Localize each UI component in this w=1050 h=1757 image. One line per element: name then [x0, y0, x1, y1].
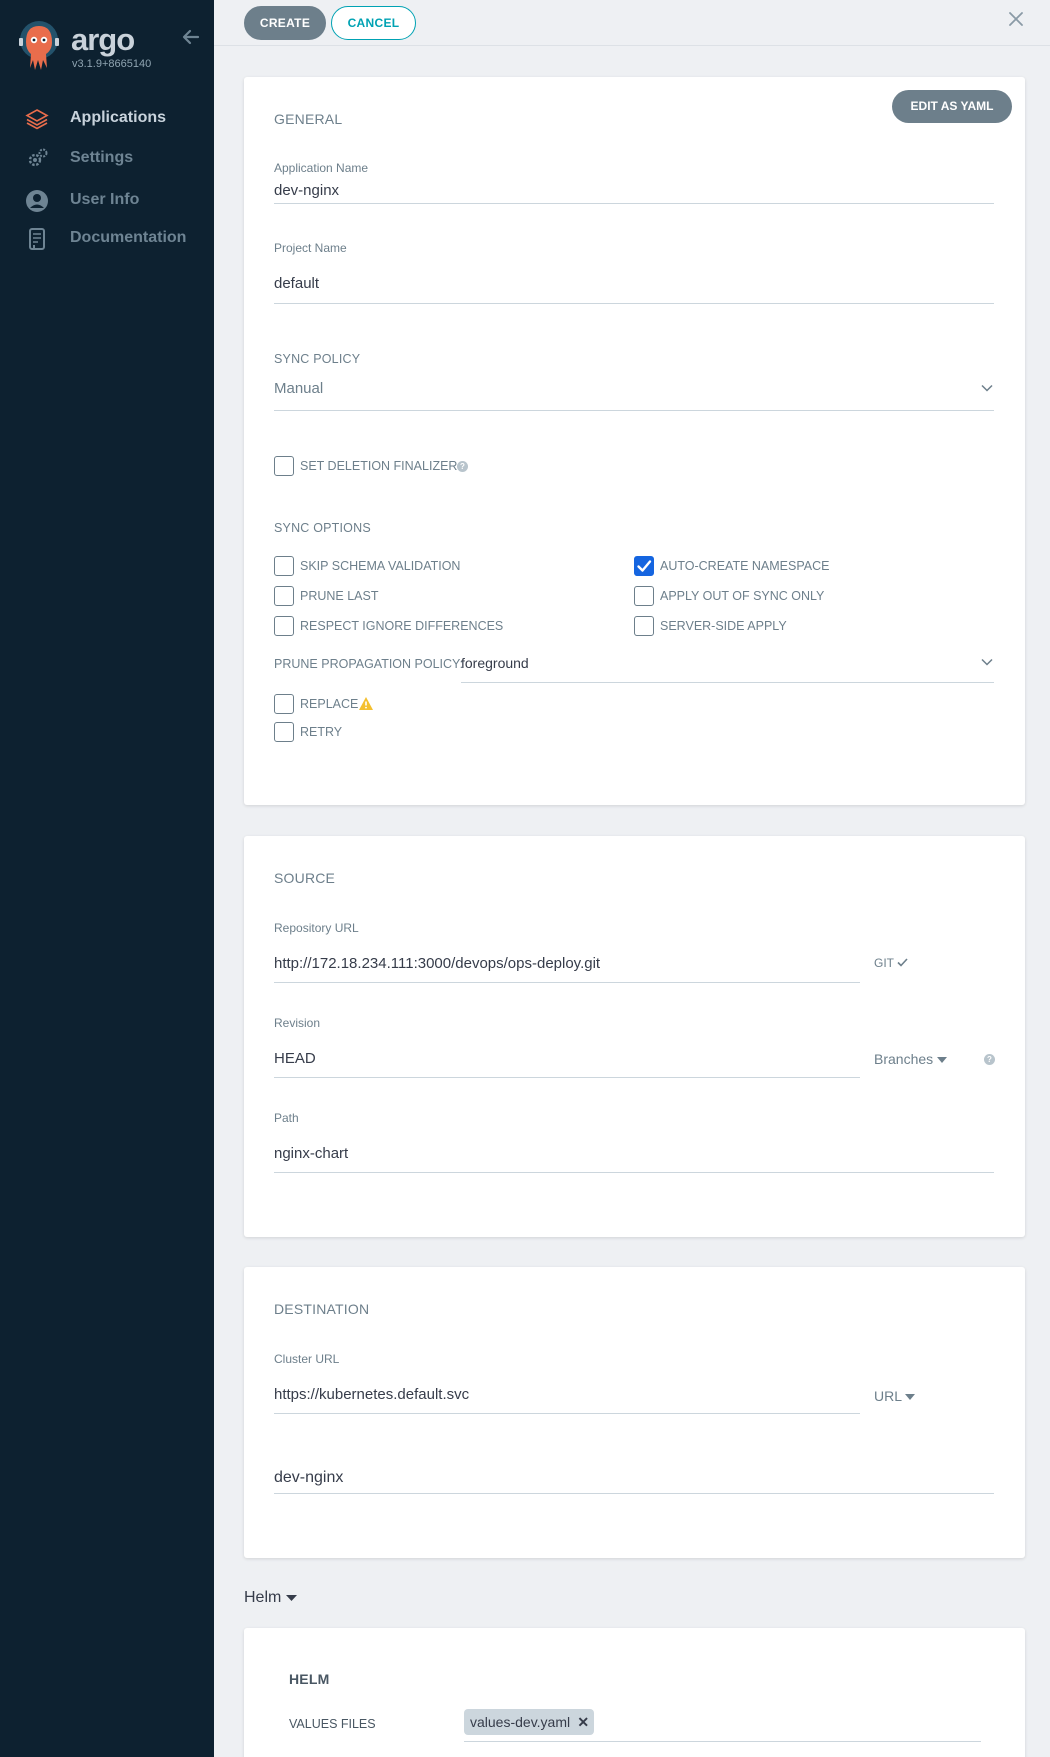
- gears-icon: [25, 147, 49, 171]
- checkbox-box: [634, 616, 654, 636]
- skip-schema-validation-checkbox[interactable]: SKIP SCHEMA VALIDATION: [274, 556, 574, 576]
- set-deletion-finalizer-checkbox[interactable]: SET DELETION FINALIZER ?: [274, 456, 494, 476]
- sidebar-item-applications[interactable]: Applications: [0, 100, 214, 136]
- source-type-dropdown[interactable]: Helm: [244, 1589, 297, 1607]
- top-toolbar: CREATE CANCEL: [214, 0, 1050, 46]
- replace-checkbox[interactable]: REPLACE: [274, 694, 394, 714]
- sidebar-item-documentation[interactable]: Documentation: [0, 220, 214, 256]
- sync-policy-label: SYNC POLICY: [274, 352, 361, 366]
- namespace-input[interactable]: [274, 1462, 994, 1494]
- project-name-input[interactable]: [274, 263, 994, 304]
- sync-option-label: SERVER-SIDE APPLY: [660, 619, 787, 633]
- brand-name: argo: [71, 22, 135, 57]
- apply-out-of-sync-only-checkbox[interactable]: APPLY OUT OF SYNC ONLY: [634, 586, 934, 606]
- sidebar-item-label: Settings: [70, 149, 134, 166]
- source-type-label: Helm: [244, 1589, 282, 1606]
- destination-panel: DESTINATION Cluster URL URL: [244, 1267, 1025, 1558]
- chevron-down-icon: [980, 381, 994, 395]
- helm-section-title: HELM: [289, 1671, 330, 1687]
- help-icon[interactable]: ?: [457, 461, 468, 472]
- retry-checkbox[interactable]: RETRY: [274, 722, 394, 742]
- sync-option-label: APPLY OUT OF SYNC ONLY: [660, 589, 825, 603]
- checkbox-checked: [634, 556, 654, 576]
- replace-label: REPLACE: [300, 697, 359, 711]
- source-panel: SOURCE Repository URL GIT Revision Branc…: [244, 836, 1025, 1237]
- warning-icon: [358, 696, 374, 712]
- repository-url-input[interactable]: [274, 944, 860, 983]
- checkbox-box: [274, 694, 294, 714]
- values-files-label: VALUES FILES: [289, 1717, 376, 1731]
- sync-policy-select[interactable]: Manual: [274, 377, 994, 411]
- sync-option-label: RESPECT IGNORE DIFFERENCES: [300, 619, 504, 633]
- argo-logo[interactable]: [18, 20, 62, 74]
- revision-mode-dropdown[interactable]: Branches: [874, 1051, 948, 1067]
- path-input[interactable]: [274, 1134, 994, 1173]
- prune-propagation-policy-value: foreground: [461, 655, 529, 671]
- cluster-url-label: Cluster URL: [274, 1352, 340, 1366]
- prune-propagation-policy-label: PRUNE PROPAGATION POLICY:: [274, 657, 464, 671]
- respect-ignore-differences-checkbox[interactable]: RESPECT IGNORE DIFFERENCES: [274, 616, 574, 636]
- sync-options-title: SYNC OPTIONS: [274, 521, 371, 535]
- layers-icon: [25, 107, 49, 131]
- general-section-title: GENERAL: [274, 111, 343, 127]
- prune-propagation-policy-select[interactable]: foreground: [461, 653, 994, 683]
- check-icon: [897, 958, 908, 967]
- cluster-mode-label: URL: [874, 1388, 902, 1404]
- chevron-down-icon: [980, 655, 994, 669]
- repo-type-label: GIT: [874, 956, 894, 970]
- general-panel: GENERAL EDIT AS YAML Application Name Pr…: [244, 77, 1025, 805]
- retry-label: RETRY: [300, 725, 343, 739]
- remove-chip-icon[interactable]: ✕: [577, 1709, 589, 1735]
- caret-down-icon: [905, 1394, 916, 1400]
- checkbox-box: [634, 586, 654, 606]
- help-icon[interactable]: ?: [984, 1054, 995, 1065]
- sync-option-label: PRUNE LAST: [300, 589, 379, 603]
- server-side-apply-checkbox[interactable]: SERVER-SIDE APPLY: [634, 616, 934, 636]
- caret-down-icon: [285, 1595, 297, 1601]
- sidebar-item-label: User Info: [70, 191, 140, 208]
- create-button[interactable]: CREATE: [244, 6, 326, 40]
- values-file-name: values-dev.yaml: [470, 1714, 571, 1730]
- app-name-input[interactable]: [274, 178, 994, 204]
- app-name-label: Application Name: [274, 161, 369, 175]
- helm-panel: HELM VALUES FILES values-dev.yaml ✕: [244, 1628, 1025, 1757]
- edit-as-yaml-button[interactable]: EDIT AS YAML: [892, 90, 1012, 123]
- sidebar: argo v3.1.9+8665140 Applications Setting…: [0, 0, 214, 1757]
- checkbox-box: [274, 456, 294, 476]
- caret-down-icon: [937, 1057, 948, 1063]
- path-label: Path: [274, 1111, 299, 1125]
- sidebar-item-user-info[interactable]: User Info: [0, 182, 214, 218]
- revision-input[interactable]: [274, 1039, 860, 1078]
- collapse-sidebar-icon[interactable]: [180, 26, 202, 48]
- checkbox-box: [274, 556, 294, 576]
- values-file-chip: values-dev.yaml ✕: [464, 1709, 595, 1735]
- revision-label: Revision: [274, 1016, 321, 1030]
- sidebar-item-label: Applications: [70, 109, 167, 126]
- book-icon: [25, 227, 49, 251]
- cluster-mode-dropdown[interactable]: URL: [874, 1388, 916, 1404]
- project-name-label: Project Name: [274, 241, 347, 255]
- cancel-button[interactable]: CANCEL: [331, 6, 416, 40]
- destination-section-title: DESTINATION: [274, 1301, 370, 1317]
- repo-type-tag[interactable]: GIT: [874, 956, 908, 970]
- checkbox-box: [274, 616, 294, 636]
- revision-mode-label: Branches: [874, 1051, 934, 1067]
- values-files-underline: [464, 1741, 981, 1742]
- prune-last-checkbox[interactable]: PRUNE LAST: [274, 586, 574, 606]
- sync-option-label: AUTO-CREATE NAMESPACE: [660, 559, 830, 573]
- checkbox-box: [274, 722, 294, 742]
- repository-url-label: Repository URL: [274, 921, 359, 935]
- set-deletion-finalizer-label: SET DELETION FINALIZER: [300, 459, 458, 473]
- auto-create-namespace-checkbox[interactable]: AUTO-CREATE NAMESPACE: [634, 556, 934, 576]
- user-circle-icon: [25, 189, 49, 213]
- close-icon[interactable]: [1006, 9, 1026, 29]
- source-section-title: SOURCE: [274, 870, 336, 886]
- checkbox-box: [274, 586, 294, 606]
- cluster-url-input[interactable]: [274, 1375, 860, 1414]
- sync-option-label: SKIP SCHEMA VALIDATION: [300, 559, 461, 573]
- sidebar-item-settings[interactable]: Settings: [0, 140, 214, 176]
- version-label: v3.1.9+8665140: [72, 58, 152, 70]
- sidebar-item-label: Documentation: [70, 229, 187, 246]
- sync-policy-value: Manual: [274, 380, 324, 397]
